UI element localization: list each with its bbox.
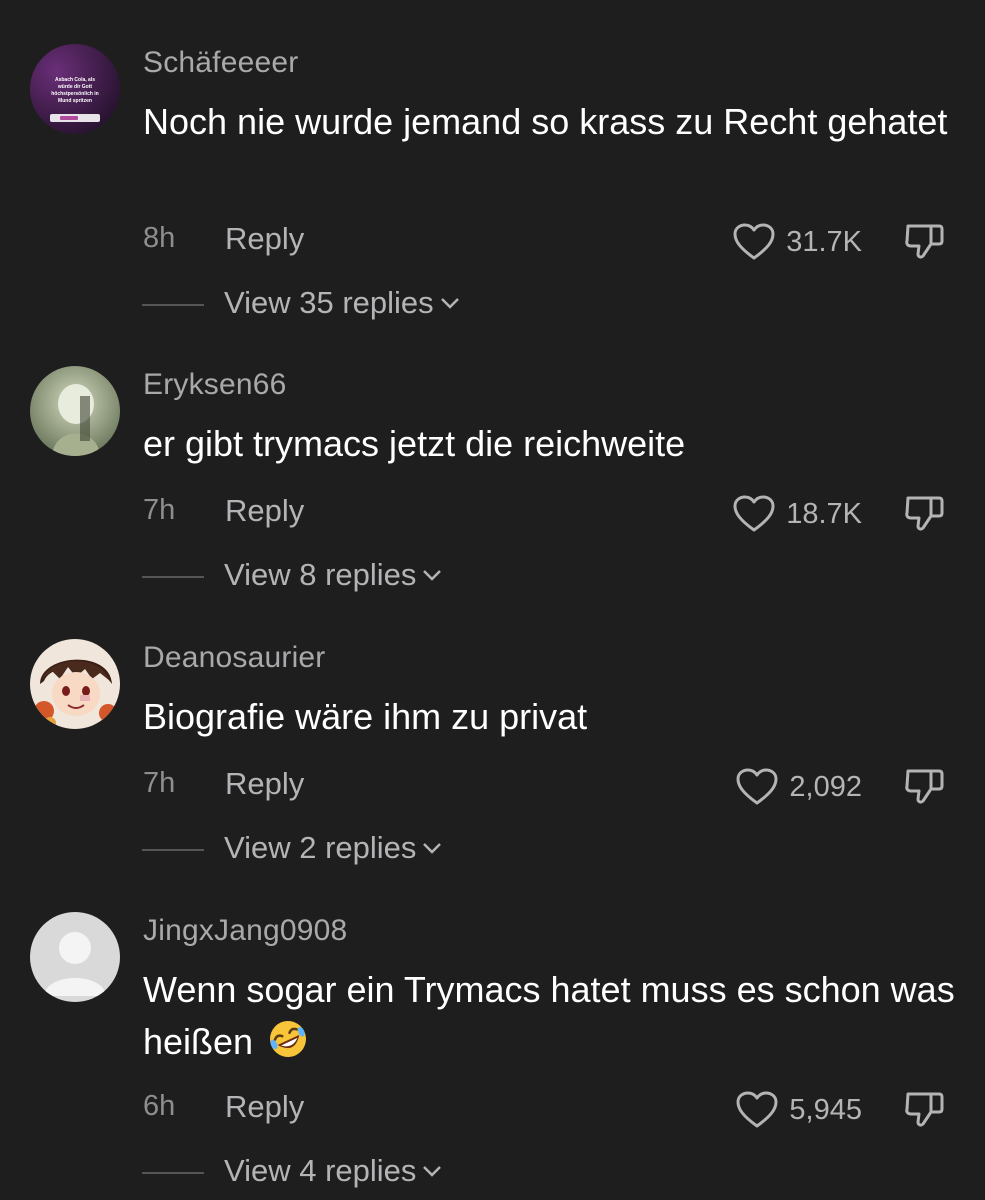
avatar[interactable] — [30, 639, 120, 729]
view-replies-label-wrap: View 8 replies — [224, 557, 442, 593]
rolling-on-floor-laughing-icon — [267, 1018, 309, 1074]
thumbs-down-icon — [905, 769, 944, 804]
heart-icon — [732, 222, 776, 262]
comment-actions: 7h Reply 2,092 — [0, 766, 985, 807]
like-count: 2,092 — [789, 770, 862, 803]
reply-button[interactable]: Reply — [225, 766, 304, 802]
view-replies-label-wrap: View 35 replies — [224, 285, 460, 321]
thumbs-down-icon — [905, 1092, 944, 1127]
view-replies-label: View 35 replies — [224, 285, 434, 320]
like-count: 5,945 — [789, 1093, 862, 1126]
like-button[interactable]: 5,945 — [735, 1090, 862, 1130]
chevron-down-icon — [423, 570, 442, 581]
avatar-caption-line: höchstpersönlich in — [51, 91, 99, 97]
chevron-down-icon — [423, 843, 442, 854]
avatar-caption-line: würde dir Gott — [57, 84, 93, 90]
like-button[interactable]: 31.7K — [732, 222, 862, 262]
username[interactable]: Deanosaurier — [143, 641, 326, 675]
view-replies-label: View 4 replies — [224, 1153, 417, 1188]
dislike-button[interactable] — [903, 490, 947, 534]
timestamp: 8h — [143, 222, 176, 254]
divider-line — [142, 576, 204, 578]
comment-text: Noch nie wurde jemand so krass zu Recht … — [143, 101, 948, 142]
comment-text: Wenn sogar ein Trymacs hatet muss es sch… — [143, 964, 963, 1074]
avatar[interactable]: Asbach Cola, als würde dir Gott höchstpe… — [30, 44, 120, 134]
dislike-button[interactable] — [903, 1086, 947, 1130]
view-replies-label: View 8 replies — [224, 557, 417, 592]
chevron-down-icon — [423, 1166, 442, 1177]
reply-button[interactable]: Reply — [225, 221, 304, 257]
divider-line — [142, 849, 204, 851]
timestamp: 7h — [143, 767, 176, 799]
comment-actions: 7h Reply 18.7K — [0, 493, 985, 534]
default-user-avatar-icon — [30, 912, 120, 1002]
comment-text: Biografie wäre ihm zu privat — [143, 696, 588, 737]
dislike-button[interactable] — [903, 763, 947, 807]
anime-character-avatar-icon — [30, 639, 120, 729]
divider-line — [142, 1172, 204, 1174]
like-button[interactable]: 2,092 — [735, 767, 862, 807]
avatar[interactable] — [30, 912, 120, 1002]
comment-actions: 8h Reply 31.7K — [0, 221, 985, 262]
like-count: 31.7K — [786, 225, 862, 258]
reply-button[interactable]: Reply — [225, 493, 304, 529]
heart-icon — [735, 1090, 779, 1130]
like-count: 18.7K — [786, 497, 862, 530]
heart-icon — [732, 494, 776, 534]
view-replies-button[interactable]: View 35 replies — [0, 285, 985, 325]
comment-actions: 6h Reply 5,945 — [0, 1089, 985, 1130]
chevron-down-icon — [440, 298, 459, 309]
view-replies-button[interactable]: View 4 replies — [0, 1153, 985, 1193]
view-replies-button[interactable]: View 8 replies — [0, 557, 985, 597]
heart-icon — [735, 767, 779, 807]
view-replies-label-wrap: View 2 replies — [224, 830, 442, 866]
view-replies-label-wrap: View 4 replies — [224, 1153, 442, 1189]
timestamp: 6h — [143, 1090, 176, 1122]
meme-screenshot-avatar-icon: Asbach Cola, als würde dir Gott höchstpe… — [30, 44, 120, 134]
username[interactable]: JingxJang0908 — [143, 914, 347, 948]
avatar-caption-line: Asbach Cola, als — [55, 77, 95, 83]
dislike-button[interactable] — [903, 218, 947, 262]
avatar[interactable] — [30, 366, 120, 456]
view-replies-label: View 2 replies — [224, 830, 417, 865]
thumbs-down-icon — [905, 224, 944, 259]
timestamp: 7h — [143, 494, 176, 526]
like-button[interactable]: 18.7K — [732, 494, 862, 534]
comment-text-content: Wenn sogar ein Trymacs hatet muss es sch… — [143, 969, 955, 1062]
comment-text: er gibt trymacs jetzt die reichweite — [143, 423, 686, 464]
ghost-photo-avatar-icon — [30, 366, 120, 456]
username[interactable]: Schäfeeeer — [143, 46, 298, 80]
avatar-caption-line: Mund spritzen — [58, 98, 92, 104]
divider-line — [142, 304, 204, 306]
username[interactable]: Eryksen66 — [143, 368, 287, 402]
thumbs-down-icon — [905, 496, 944, 531]
reply-button[interactable]: Reply — [225, 1089, 304, 1125]
view-replies-button[interactable]: View 2 replies — [0, 830, 985, 870]
